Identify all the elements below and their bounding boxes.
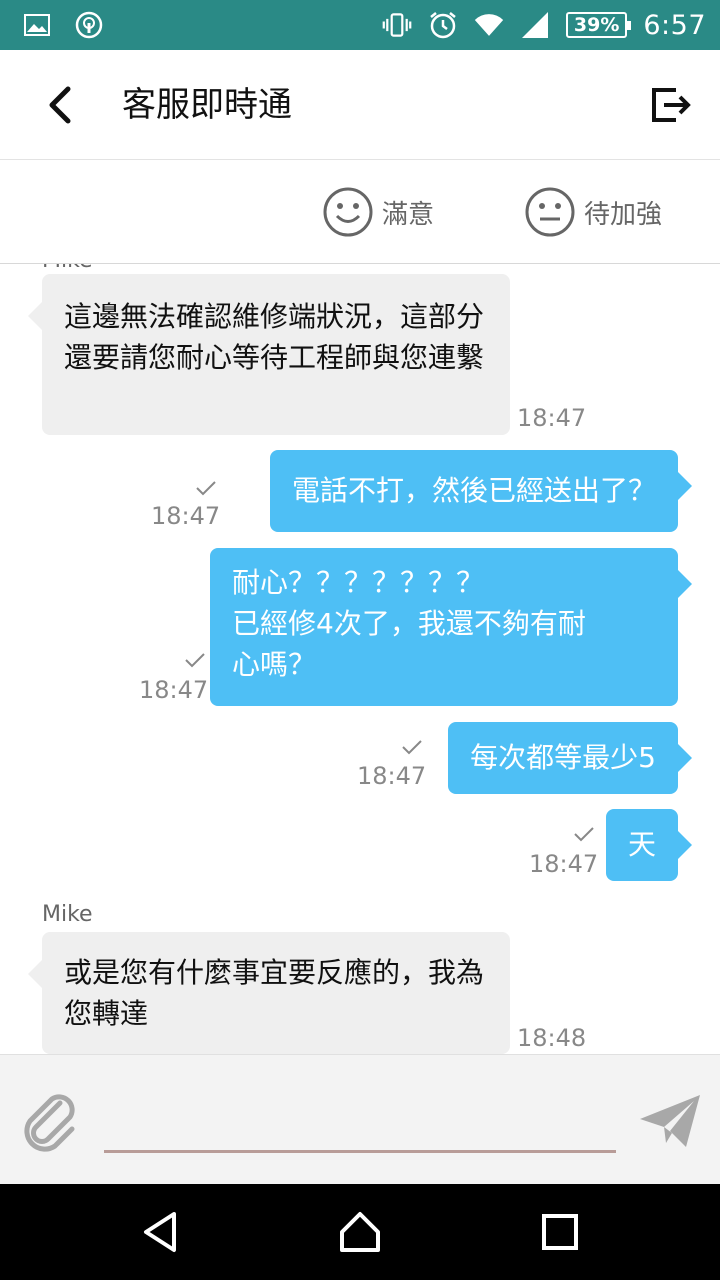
- status-time: 6:57: [643, 9, 706, 41]
- app-bar: 客服即時通: [0, 50, 720, 160]
- wifi-icon: [474, 10, 504, 40]
- rating-bar: 滿意 待加強: [0, 160, 720, 264]
- send-button[interactable]: [634, 1085, 706, 1157]
- sender-name: Mike: [42, 264, 93, 273]
- exit-icon: [652, 88, 691, 122]
- rate-satisfied-label: 滿意: [382, 199, 435, 230]
- rate-satisfied-button[interactable]: 滿意: [322, 186, 434, 238]
- message-time: 18:47: [139, 676, 209, 704]
- user-message: 電話不打，然後已經送出了？: [269, 450, 693, 532]
- message-time: 18:47: [357, 762, 427, 790]
- system-nav-bar: [0, 1184, 720, 1280]
- vibrate-icon: [382, 10, 412, 40]
- message-input[interactable]: [104, 1105, 616, 1153]
- neutral-face-icon: [525, 187, 575, 237]
- rate-improve-button[interactable]: 待加強: [524, 186, 662, 238]
- chat-list[interactable]: Mike 這邊無法確認維修端狀況，這部分還要請您耐心等待工程師與您連繫 18:4…: [0, 264, 720, 1054]
- message-time: 18:47: [517, 404, 587, 432]
- back-button[interactable]: [34, 80, 84, 130]
- check-icon: [574, 827, 594, 842]
- image-icon: [22, 10, 52, 40]
- chevron-left-icon: [49, 86, 71, 124]
- alarm-icon: [428, 10, 458, 40]
- message-time: 18:47: [151, 502, 221, 530]
- attach-button[interactable]: [14, 1085, 86, 1157]
- check-icon: [185, 653, 205, 668]
- signal-icon: [520, 10, 550, 40]
- triangle-back-icon: [144, 1212, 176, 1252]
- agent-message: 這邊無法確認維修端狀況，這部分還要請您耐心等待工程師與您連繫: [28, 274, 510, 435]
- check-icon: [196, 481, 216, 496]
- cast-icon: [74, 10, 104, 40]
- sender-name: Mike: [42, 902, 93, 927]
- message-time: 18:48: [517, 1024, 587, 1052]
- check-icon: [402, 740, 422, 755]
- battery-icon: 39%: [565, 12, 632, 38]
- smile-icon: [323, 187, 373, 237]
- user-message: 天: [605, 809, 693, 881]
- user-message: 耐心？？？？？？？ 已經修4次了，我還不夠有耐 心嗎？: [210, 548, 692, 706]
- rate-improve-label: 待加強: [584, 199, 663, 230]
- nav-recents-button[interactable]: [532, 1206, 588, 1258]
- page-title: 客服即時通: [122, 85, 292, 125]
- send-icon: [640, 1095, 700, 1147]
- user-message: 每次都等最少5: [448, 722, 692, 794]
- compose-bar: [0, 1054, 720, 1184]
- home-icon: [340, 1212, 380, 1252]
- paperclip-icon: [24, 1094, 75, 1152]
- nav-home-button[interactable]: [332, 1206, 388, 1258]
- message-time: 18:47: [529, 850, 599, 878]
- nav-back-button[interactable]: [132, 1206, 188, 1258]
- status-bar: 39% 6:57: [0, 0, 720, 50]
- square-recents-icon: [542, 1214, 578, 1250]
- exit-button[interactable]: [646, 80, 696, 130]
- agent-message: 或是您有什麼事宜要反應的，我為您轉達: [28, 932, 510, 1054]
